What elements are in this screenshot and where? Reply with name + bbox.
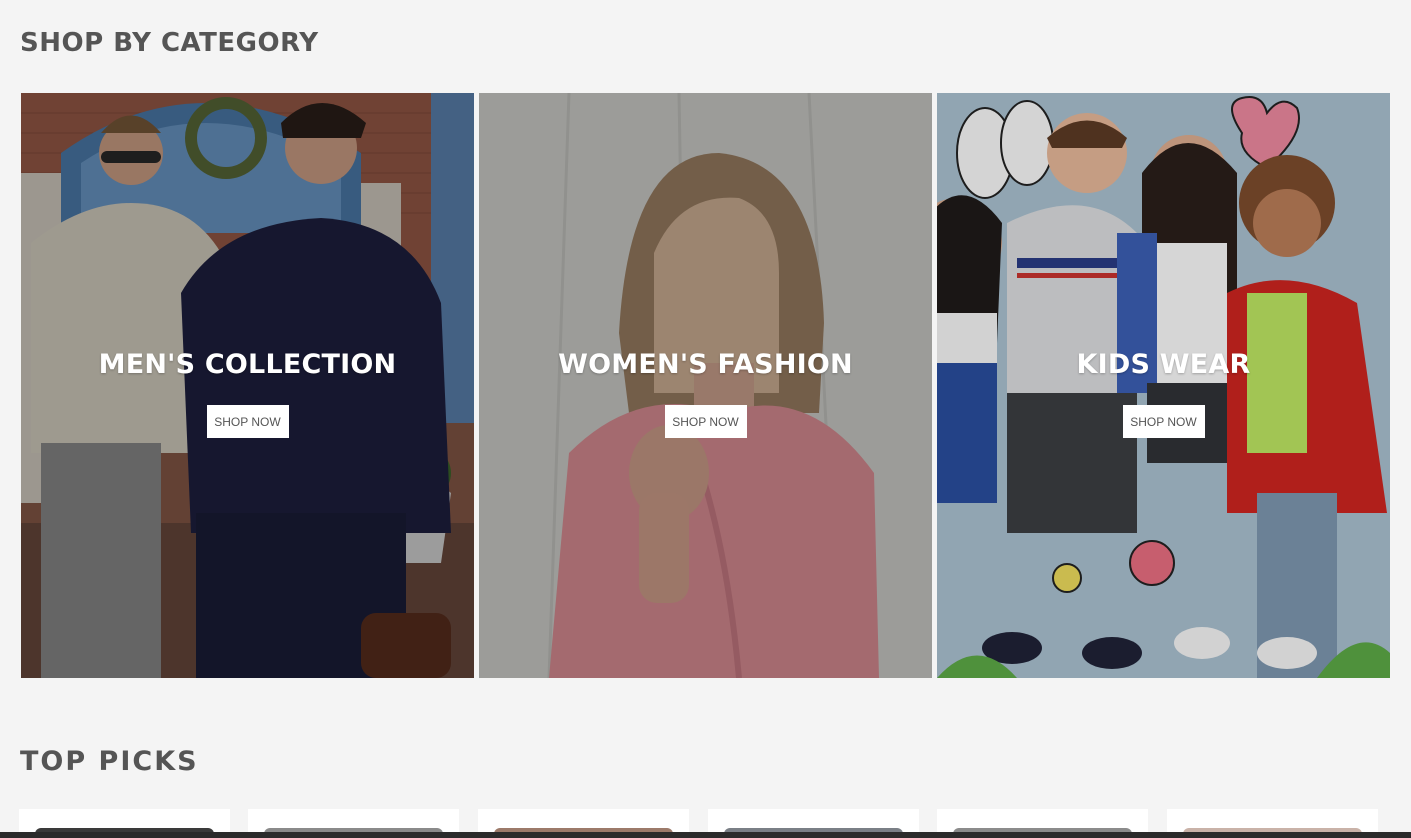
section-title-shop-by-category: SHOP BY CATEGORY: [20, 28, 319, 58]
card-overlay: [479, 93, 932, 678]
shop-now-button-men[interactable]: SHOP NOW: [206, 405, 289, 438]
shop-now-button-kids[interactable]: SHOP NOW: [1122, 405, 1205, 438]
bottom-edge: [0, 832, 1411, 838]
category-card-men[interactable]: MEN'S COLLECTION SHOP NOW: [21, 93, 474, 678]
card-overlay: [937, 93, 1390, 678]
card-overlay: [21, 93, 474, 678]
category-title-men: MEN'S COLLECTION: [98, 349, 397, 380]
category-title-women: WOMEN'S FASHION: [558, 349, 853, 380]
category-card-kids[interactable]: KIDS WEAR SHOP NOW: [937, 93, 1390, 678]
section-title-top-picks: TOP PICKS: [20, 746, 199, 777]
category-grid: MEN'S COLLECTION SHOP NOW WOMEN'S FASHIO…: [21, 93, 1390, 678]
category-title-kids: KIDS WEAR: [1076, 349, 1251, 380]
shop-now-button-women[interactable]: SHOP NOW: [664, 405, 747, 438]
category-card-women[interactable]: WOMEN'S FASHION SHOP NOW: [479, 93, 932, 678]
